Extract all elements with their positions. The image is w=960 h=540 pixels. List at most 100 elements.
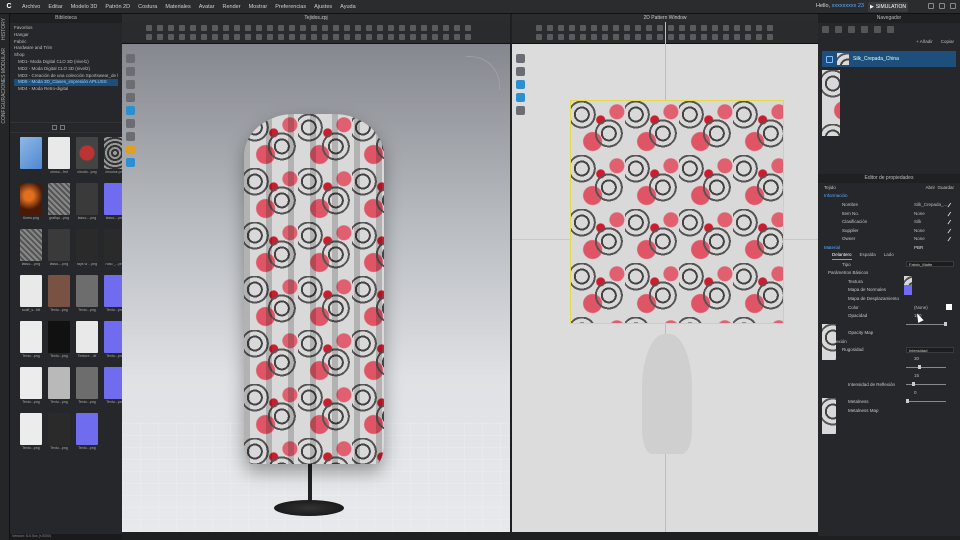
library-tile[interactable]: Textu...png: [76, 275, 98, 315]
toolbar-tool-icon[interactable]: [465, 25, 471, 31]
toolbar-tool-icon[interactable]: [322, 25, 328, 31]
toolbar-tool-icon[interactable]: [234, 34, 240, 40]
edit-icon[interactable]: [945, 201, 952, 208]
toolbar-tool-icon[interactable]: [366, 34, 372, 40]
toolbar-tool-icon[interactable]: [223, 25, 229, 31]
toolbar-tool-icon[interactable]: [366, 25, 372, 31]
pattern-piece[interactable]: [570, 100, 784, 324]
toolbar-tool-icon[interactable]: [624, 34, 630, 40]
intensidad-value[interactable]: 15: [914, 373, 919, 378]
toolbar-tool-icon[interactable]: [465, 34, 471, 40]
edit-icon[interactable]: [945, 210, 952, 216]
toolbar-tool-icon[interactable]: [602, 34, 608, 40]
color-swatch[interactable]: [946, 303, 952, 310]
check-icon[interactable]: [826, 55, 833, 63]
library-tree-item[interactable]: MD3 - Creación de una colección Sportswe…: [14, 73, 118, 80]
normal-map-label[interactable]: Mapa de Normales: [848, 287, 886, 292]
owner-value[interactable]: None: [914, 236, 925, 241]
toolbar-tool-icon[interactable]: [734, 25, 740, 31]
textura-label[interactable]: Textura: [848, 279, 863, 284]
library-tile[interactable]: Textu...png: [20, 367, 42, 407]
toolbar-tool-icon[interactable]: [712, 25, 718, 31]
toolbar-tool-icon[interactable]: [377, 34, 383, 40]
toolbar-tool-icon[interactable]: [734, 34, 740, 40]
sort-icon[interactable]: [52, 125, 57, 130]
material-tab[interactable]: Delantero: [832, 252, 852, 260]
toolbar-tool-icon[interactable]: [410, 34, 416, 40]
menu-item[interactable]: Modelo 3D: [67, 4, 102, 10]
toolbar-tool-icon[interactable]: [580, 25, 586, 31]
metalness-slider[interactable]: [906, 399, 946, 404]
trim-tab-icon[interactable]: [848, 25, 855, 33]
item-value[interactable]: None: [914, 211, 925, 216]
toolbar-tool-icon[interactable]: [289, 34, 295, 40]
material-type[interactable]: PBR: [914, 245, 923, 250]
library-tile[interactable]: rays w ...png: [76, 229, 98, 269]
toolbar-tool-icon[interactable]: [646, 34, 652, 40]
toolbar-tool-icon[interactable]: [580, 34, 586, 40]
tab-config[interactable]: CONFIGURACIONES MODULAR: [1, 44, 7, 128]
material-tab[interactable]: Lado: [884, 252, 894, 260]
toolbar-tool-icon[interactable]: [701, 25, 707, 31]
toolbar-tool-icon[interactable]: [635, 34, 641, 40]
toolbar-tool-icon[interactable]: [333, 34, 339, 40]
library-tree-item[interactable]: MD4 - Moda Retro-digital: [14, 86, 118, 93]
render-icon[interactable]: [126, 119, 135, 128]
menu-item[interactable]: Ayuda: [336, 4, 360, 10]
menu-item[interactable]: Preferencias: [271, 4, 310, 10]
viewport-3d[interactable]: Tejidos.zpj: [122, 14, 510, 532]
toolbar-tool-icon[interactable]: [701, 34, 707, 40]
library-tile[interactable]: scaff_s...fdt: [20, 275, 42, 315]
toolbar-tool-icon[interactable]: [300, 25, 306, 31]
toolbar-tool-icon[interactable]: [745, 25, 751, 31]
library-tree-item[interactable]: Hardware and Trim: [14, 45, 118, 52]
library-tree-item[interactable]: MD2 - Moda Digital CLO 3D (nivel2): [14, 66, 118, 73]
view-gizmo[interactable]: [466, 56, 500, 90]
opacity-slider[interactable]: [906, 321, 947, 326]
viewport-2d[interactable]: 2D Pattern Window: [512, 14, 818, 532]
toolbar-tool-icon[interactable]: [547, 25, 553, 31]
pin-tab-icon[interactable]: [887, 25, 894, 33]
nombre-value[interactable]: Silk_Crepada_...: [914, 202, 947, 207]
edit-icon[interactable]: [945, 235, 952, 242]
texture-edit-icon[interactable]: [516, 80, 525, 89]
toolbar-tool-icon[interactable]: [388, 34, 394, 40]
light-icon[interactable]: [126, 145, 135, 154]
toolbar-tool-icon[interactable]: [168, 25, 174, 31]
toolbar-tool-icon[interactable]: [690, 25, 696, 31]
toolbar-tool-icon[interactable]: [212, 25, 218, 31]
close-icon[interactable]: [950, 3, 956, 9]
toolbar-tool-icon[interactable]: [289, 25, 295, 31]
toolbar-tool-icon[interactable]: [179, 25, 185, 31]
toolbar-tool-icon[interactable]: [536, 34, 542, 40]
menu-item[interactable]: Render: [219, 4, 245, 10]
toolbar-tool-icon[interactable]: [267, 34, 273, 40]
select-icon[interactable]: [516, 54, 525, 63]
toolbar-tool-icon[interactable]: [547, 34, 553, 40]
menu-item[interactable]: Mostrar: [245, 4, 272, 10]
toolbar-tool-icon[interactable]: [646, 25, 652, 31]
reflexion-row[interactable]: Reflexión: [818, 337, 960, 346]
toolbar-tool-icon[interactable]: [602, 25, 608, 31]
toolbar-tool-icon[interactable]: [432, 34, 438, 40]
toolbar-tool-icon[interactable]: [399, 25, 405, 31]
library-tree-item[interactable]: Hangar: [14, 32, 118, 39]
menu-item[interactable]: Costura: [134, 4, 161, 10]
toolbar-tool-icon[interactable]: [223, 34, 229, 40]
toolbar-tool-icon[interactable]: [311, 34, 317, 40]
toolbar-tool-icon[interactable]: [410, 25, 416, 31]
library-tile[interactable]: circulo...png: [76, 137, 98, 177]
toolbar-tool-icon[interactable]: [756, 34, 762, 40]
toolbar-tool-icon[interactable]: [569, 34, 575, 40]
button-tab-icon[interactable]: [835, 25, 842, 33]
toolbar-tool-icon[interactable]: [454, 25, 460, 31]
displacement-row[interactable]: Mapa de Desplazamiento: [818, 294, 960, 303]
toolbar-tool-icon[interactable]: [190, 25, 196, 31]
library-tree-item[interactable]: Fabric: [14, 39, 118, 46]
toolbar-tool-icon[interactable]: [157, 34, 163, 40]
library-tile[interactable]: Texture ...tif: [76, 321, 98, 361]
save-button[interactable]: Guardar: [937, 185, 954, 190]
toolbar-tool-icon[interactable]: [613, 34, 619, 40]
toolbar-tool-icon[interactable]: [723, 25, 729, 31]
library-tile[interactable]: Textu...png: [20, 413, 42, 453]
